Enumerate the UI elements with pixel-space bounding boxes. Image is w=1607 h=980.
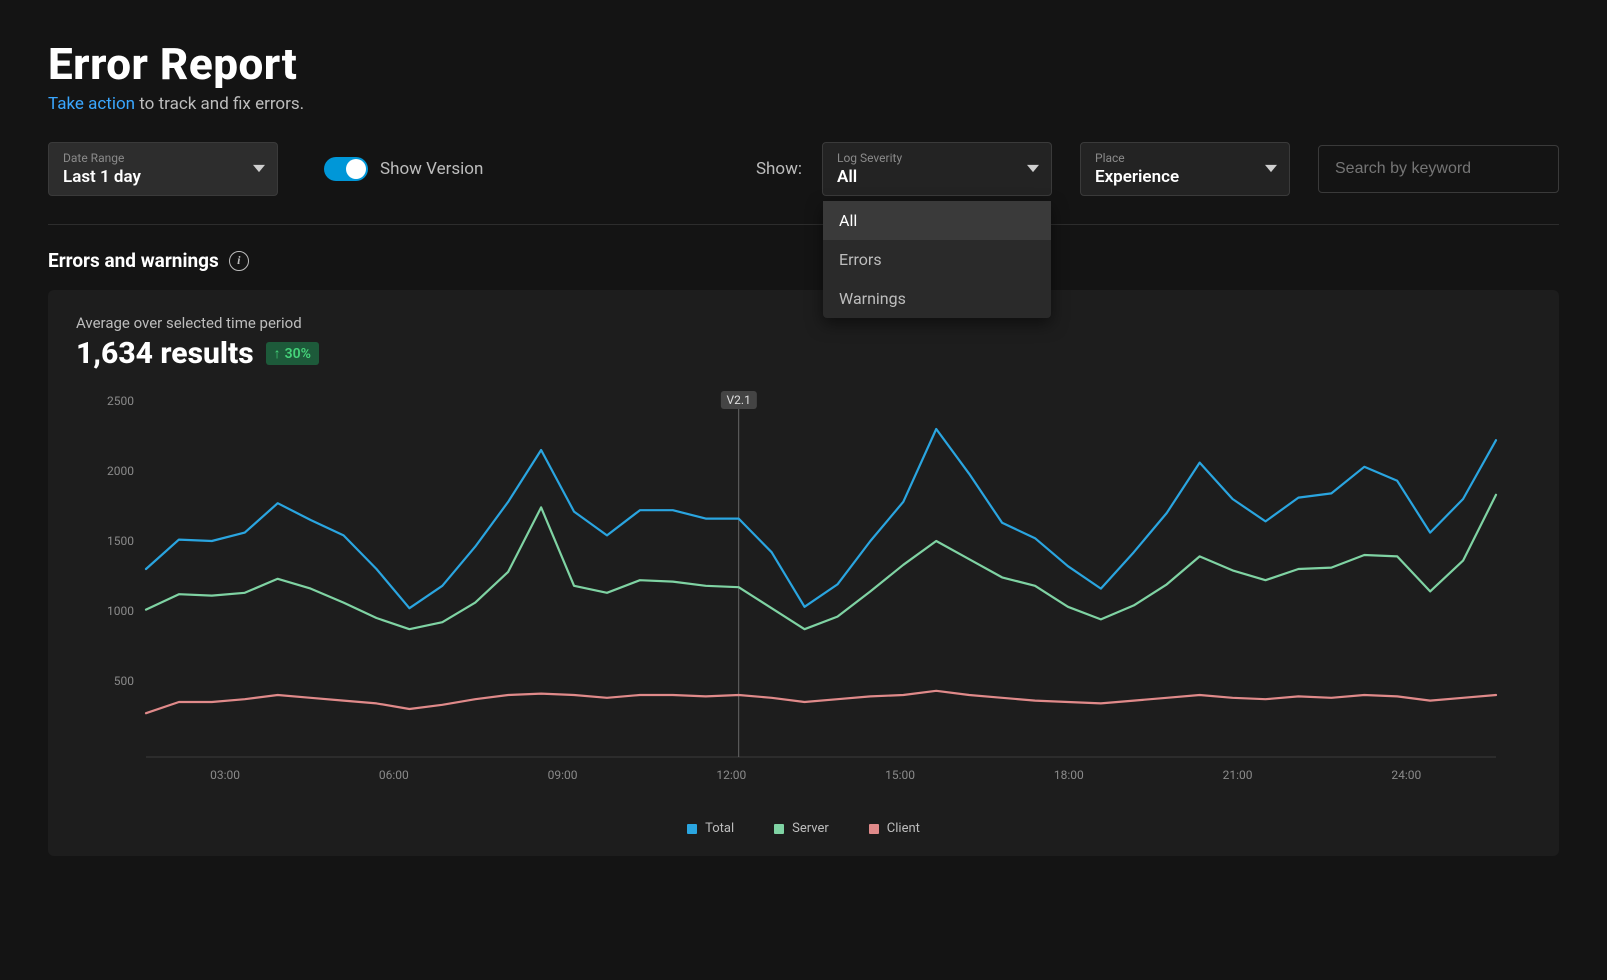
arrow-up-icon: ↑ [274,345,281,362]
severity-option-errors[interactable]: Errors [823,240,1051,279]
log-severity-dropdown: All Errors Warnings [823,201,1051,318]
svg-text:2000: 2000 [107,464,134,478]
date-range-select[interactable]: Date Range Last 1 day [48,142,278,196]
log-severity-select[interactable]: Log Severity All All Errors Warnings [822,142,1052,196]
show-version-label: Show Version [380,159,483,179]
date-range-label: Date Range [63,151,263,165]
svg-text:24:00: 24:00 [1391,768,1421,782]
legend-total: Total [687,821,734,836]
date-range-value: Last 1 day [63,167,263,187]
log-severity-label: Log Severity [837,151,1037,165]
severity-option-all[interactable]: All [823,201,1051,240]
svg-text:12:00: 12:00 [716,768,746,782]
place-select[interactable]: Place Experience [1080,142,1290,196]
svg-text:15:00: 15:00 [885,768,915,782]
severity-option-warnings[interactable]: Warnings [823,279,1051,318]
place-label: Place [1095,151,1275,165]
svg-text:06:00: 06:00 [379,768,409,782]
svg-text:2500: 2500 [107,394,134,408]
divider [48,224,1559,225]
show-label: Show: [756,159,802,179]
legend-client: Client [869,821,920,836]
page-subtitle: Take action to track and fix errors. [48,94,1559,114]
svg-text:1500: 1500 [107,534,134,548]
chevron-down-icon [1027,160,1039,179]
svg-text:03:00: 03:00 [210,768,240,782]
subtitle-text: to track and fix errors. [135,94,304,114]
svg-text:500: 500 [114,674,134,688]
take-action-link[interactable]: Take action [48,94,135,114]
page-title: Error Report [48,38,1559,90]
chart-card: Average over selected time period 1,634 … [48,290,1559,856]
change-value: 30% [285,346,311,362]
result-count: 1,634 results [76,336,254,371]
section-title: Errors and warnings [48,249,219,272]
place-value: Experience [1095,167,1275,187]
chart-legend: Total Server Client [76,821,1531,836]
version-marker: V2.1 [721,391,757,409]
show-version-toggle[interactable] [324,157,368,181]
line-chart: 500 1000 1500 2000 2500 03:00 06:00 09:00 12:00 1… [76,381,1516,811]
log-severity-value: All [837,167,1037,187]
avg-label: Average over selected time period [76,314,1531,332]
info-icon[interactable]: i [229,251,249,271]
svg-text:09:00: 09:00 [548,768,578,782]
svg-text:18:00: 18:00 [1054,768,1084,782]
search-input[interactable] [1318,145,1559,193]
svg-text:1000: 1000 [107,604,134,618]
legend-server: Server [774,821,829,836]
svg-text:21:00: 21:00 [1223,768,1253,782]
change-badge: ↑30% [266,342,319,365]
chevron-down-icon [253,160,265,179]
chevron-down-icon [1265,160,1277,179]
